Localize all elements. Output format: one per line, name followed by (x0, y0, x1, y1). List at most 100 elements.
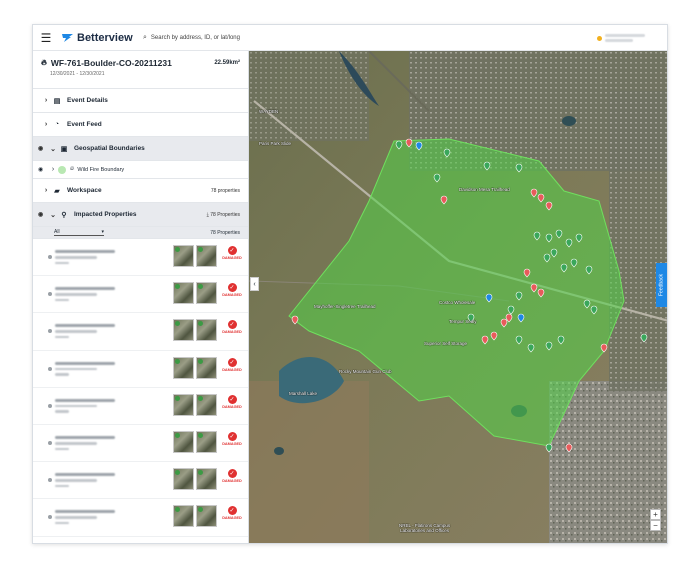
layer-wildfire[interactable]: ◉ › 🔥︎ Wild Fire Boundary (33, 161, 248, 179)
zoom-in-button[interactable]: + (650, 509, 661, 520)
after-thumbnail[interactable] (196, 430, 217, 453)
property-row[interactable]: ✓ DAMAGED (33, 425, 248, 463)
after-thumbnail[interactable] (196, 468, 217, 491)
after-thumbnail[interactable] (196, 356, 217, 379)
pond (274, 447, 284, 455)
eye-icon[interactable]: ◉ (38, 166, 48, 173)
before-thumbnail[interactable] (173, 505, 194, 528)
section-impacted[interactable]: ◉ ⌄ ⚲ Impacted Properties ⤓ 78 Propertie… (33, 203, 248, 227)
property-address (55, 361, 115, 376)
chevron-right-icon: › (44, 97, 48, 104)
event-header: 🔥︎ WF-761-Boulder-CO-20211231 22.59km² 1… (33, 51, 248, 89)
status-dot-icon (175, 247, 180, 252)
address-line (55, 361, 115, 365)
zoom-out-button[interactable]: − (650, 520, 661, 531)
after-thumbnail[interactable] (196, 282, 217, 305)
download-icon[interactable]: ⤓ (207, 212, 209, 218)
location-dot-icon (48, 329, 52, 334)
search-input[interactable]: ⌕ Search by address, ID, or lat/long (143, 29, 333, 47)
map-label-marshall: Marshall Lake (289, 391, 318, 396)
city-line (55, 330, 97, 333)
app-name: Betterview (77, 31, 133, 44)
property-address (55, 287, 115, 302)
user-org (605, 39, 633, 42)
location-dot-icon (48, 292, 52, 297)
status-dot-icon (175, 395, 180, 401)
section-geospatial[interactable]: ◉ ⌄ ▣ Geospatial Boundaries (33, 137, 248, 161)
map-label-wayden: WAYDEN (259, 109, 279, 114)
property-thumbnails (173, 319, 217, 342)
property-list: ✓ DAMAGED ✓ DAMAGED ✓ DAMAGED ✓ DAMAGED ✓ DAMAGED… (33, 239, 248, 537)
impacted-count: ⤓ 78 Properties (207, 212, 240, 218)
dropdown-icon: ▾ (101, 229, 104, 235)
status-dot-icon (175, 470, 180, 476)
status-dot-icon (198, 284, 203, 290)
workspace-label: Workspace (67, 187, 102, 194)
status-dot-icon (198, 395, 203, 401)
property-thumbnails (173, 505, 217, 528)
eye-icon[interactable]: ◉ (38, 145, 48, 152)
damage-label: DAMAGED (222, 516, 242, 521)
chevron-right-icon: › (44, 187, 48, 194)
map-view[interactable]: WAYDEN Paris Park Slide Davidson Mesa Tr… (249, 51, 668, 544)
property-row[interactable]: ✓ DAMAGED (33, 351, 248, 388)
map-label-costco: Costco Wholesale (439, 300, 476, 305)
property-row[interactable]: ✓ DAMAGED (33, 499, 248, 537)
chevron-right-icon[interactable]: › (48, 166, 58, 173)
damage-badge: ✓ DAMAGED (221, 431, 243, 454)
layer-color-swatch (58, 165, 66, 174)
damage-label: DAMAGED (222, 479, 242, 484)
before-thumbnail[interactable] (173, 430, 194, 453)
chevron-down-icon[interactable]: ⌄ (48, 145, 58, 153)
property-thumbnails (173, 393, 217, 416)
before-thumbnail[interactable] (173, 393, 194, 416)
before-thumbnail[interactable] (173, 245, 194, 267)
workspace-count: 78 properties (210, 187, 240, 194)
eye-icon[interactable]: ◉ (38, 211, 48, 218)
property-address (55, 250, 115, 265)
chevron-down-icon[interactable]: ⌄ (48, 211, 58, 219)
after-thumbnail[interactable] (196, 393, 217, 416)
menu-icon[interactable]: ☰ (33, 25, 59, 51)
feedback-tab[interactable]: Feedback (656, 263, 667, 307)
section-event-feed[interactable]: › ◔ Event Feed (33, 113, 248, 137)
status-dot-icon (198, 470, 203, 476)
location-dot-icon (48, 515, 52, 520)
after-thumbnail[interactable] (196, 245, 217, 267)
event-title: WF-761-Boulder-CO-20211231 (50, 58, 172, 68)
address-line (55, 287, 115, 291)
check-icon: ✓ (227, 283, 237, 293)
property-row[interactable]: ✓ DAMAGED (33, 388, 248, 425)
satellite-map[interactable] (249, 51, 668, 544)
after-thumbnail[interactable] (196, 319, 217, 342)
collapse-panel-button[interactable]: ‹ (250, 277, 259, 291)
status-dot-icon (198, 358, 203, 364)
property-row[interactable]: ✓ DAMAGED (33, 276, 248, 314)
before-thumbnail[interactable] (173, 319, 194, 342)
property-row[interactable]: ✓ DAMAGED (33, 313, 248, 351)
status-dot-icon (175, 284, 180, 290)
section-workspace[interactable]: › ▰ Workspace 78 properties (33, 179, 248, 203)
before-thumbnail[interactable] (173, 282, 194, 305)
address-line (55, 250, 115, 254)
event-feed-label: Event Feed (67, 121, 102, 128)
filter-select[interactable]: All ▾ (54, 229, 104, 236)
property-row[interactable]: ✓ DAMAGED (33, 462, 248, 500)
user-menu[interactable] (597, 30, 653, 46)
damage-label: DAMAGED (222, 330, 242, 335)
after-thumbnail[interactable] (196, 505, 217, 528)
damage-badge: ✓ DAMAGED (221, 283, 243, 305)
user-name (605, 34, 645, 37)
before-thumbnail[interactable] (173, 356, 194, 379)
details-icon: ▤ (53, 97, 61, 105)
before-thumbnail[interactable] (173, 468, 194, 491)
property-row[interactable]: ✓ DAMAGED (33, 239, 248, 277)
wildfire-label: Wild Fire Boundary (77, 166, 125, 173)
status-dot-icon (175, 321, 180, 327)
check-icon: ✓ (227, 469, 237, 479)
section-event-details[interactable]: › ▤ Event Details (33, 89, 248, 113)
property-thumbnails (173, 282, 217, 305)
damage-badge: ✓ DAMAGED (221, 394, 243, 417)
damage-badge: ✓ DAMAGED (221, 506, 243, 528)
pond (562, 116, 576, 126)
